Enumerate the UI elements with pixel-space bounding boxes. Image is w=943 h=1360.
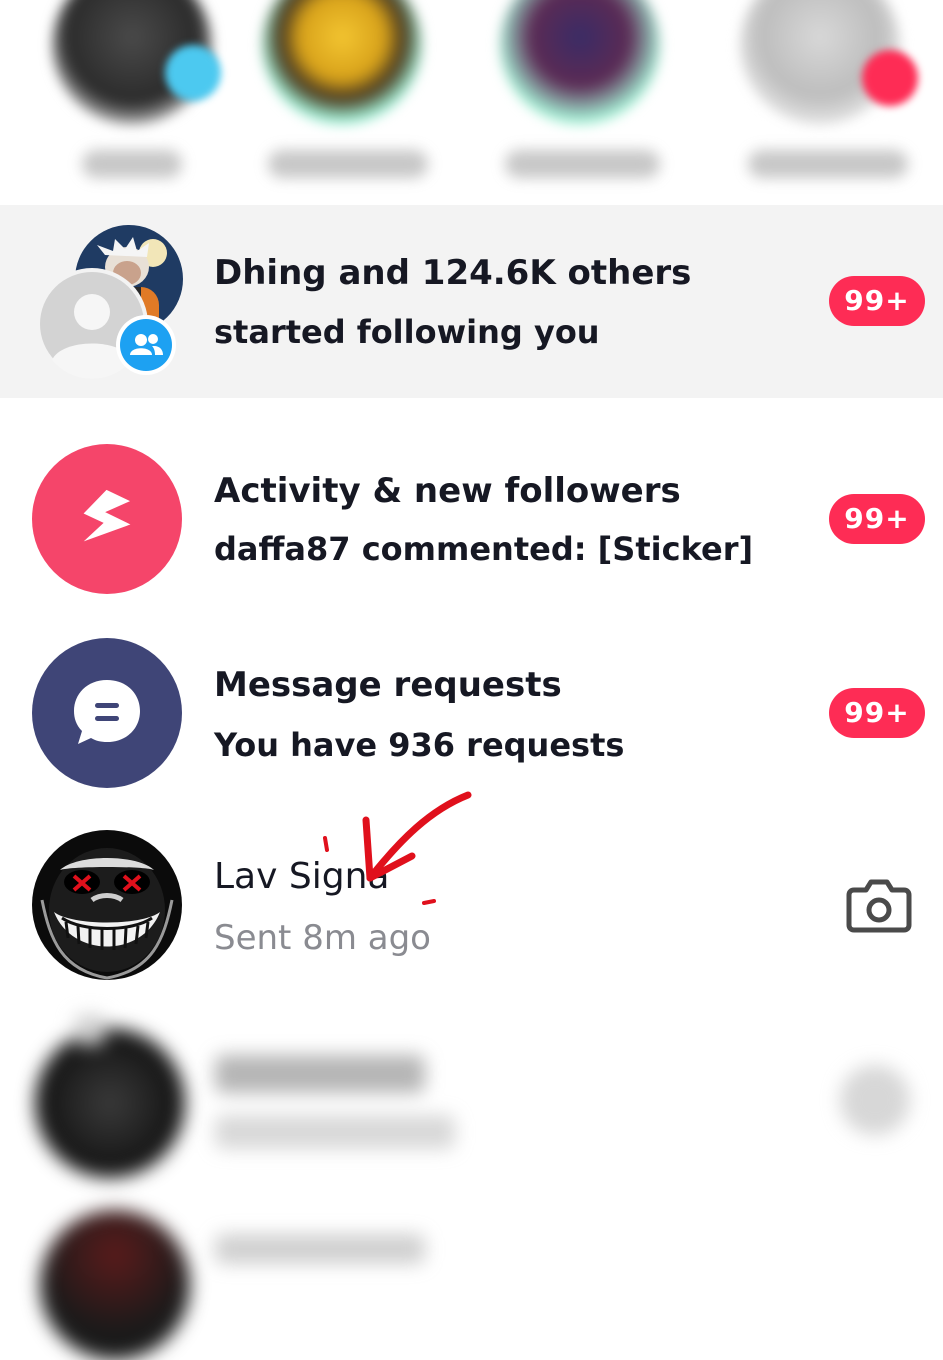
requests-count-badge: 99+ bbox=[829, 688, 925, 738]
activity-subtitle: daffa87 commented: [Sticker] bbox=[214, 530, 754, 568]
story-label-4 bbox=[748, 150, 908, 178]
followers-subtitle: started following you bbox=[214, 313, 600, 351]
chat-status: Sent 8m ago bbox=[214, 918, 431, 958]
followers-count-badge: 99+ bbox=[829, 276, 925, 326]
activity-row[interactable]: Activity & new followers daffa87 comment… bbox=[0, 398, 943, 598]
chat-avatar bbox=[32, 830, 182, 980]
story-label-2 bbox=[268, 150, 428, 178]
camera-icon[interactable] bbox=[846, 878, 912, 934]
group-icon bbox=[116, 315, 176, 375]
lightning-icon bbox=[83, 489, 131, 542]
activity-title: Activity & new followers bbox=[214, 471, 681, 511]
chat-row[interactable]: Lav Signa Sent 8m ago bbox=[0, 798, 943, 1008]
requests-avatar bbox=[32, 638, 182, 788]
message-requests-row[interactable]: Message requests You have 936 requests 9… bbox=[0, 598, 943, 798]
story-live-dot bbox=[862, 50, 918, 106]
story-create-dot bbox=[165, 45, 221, 101]
story-avatar-3[interactable] bbox=[500, 0, 660, 125]
requests-title: Message requests bbox=[214, 665, 562, 705]
new-followers-row[interactable]: Dhing and 124.6K others started followin… bbox=[0, 205, 943, 398]
requests-subtitle: You have 936 requests bbox=[214, 726, 625, 764]
story-label-1 bbox=[82, 150, 182, 178]
stories-strip bbox=[0, 0, 943, 205]
chat-contact-name: Lav Signa bbox=[214, 856, 390, 897]
chat-row-partial[interactable] bbox=[0, 1200, 943, 1360]
activity-count-badge: 99+ bbox=[829, 494, 925, 544]
chat-row-blurred[interactable] bbox=[0, 1010, 943, 1190]
followers-title: Dhing and 124.6K others bbox=[214, 253, 692, 293]
chat-bubble-icon bbox=[74, 680, 140, 744]
story-label-3 bbox=[505, 150, 660, 178]
story-avatar-2[interactable] bbox=[262, 0, 422, 125]
activity-avatar bbox=[32, 444, 182, 594]
